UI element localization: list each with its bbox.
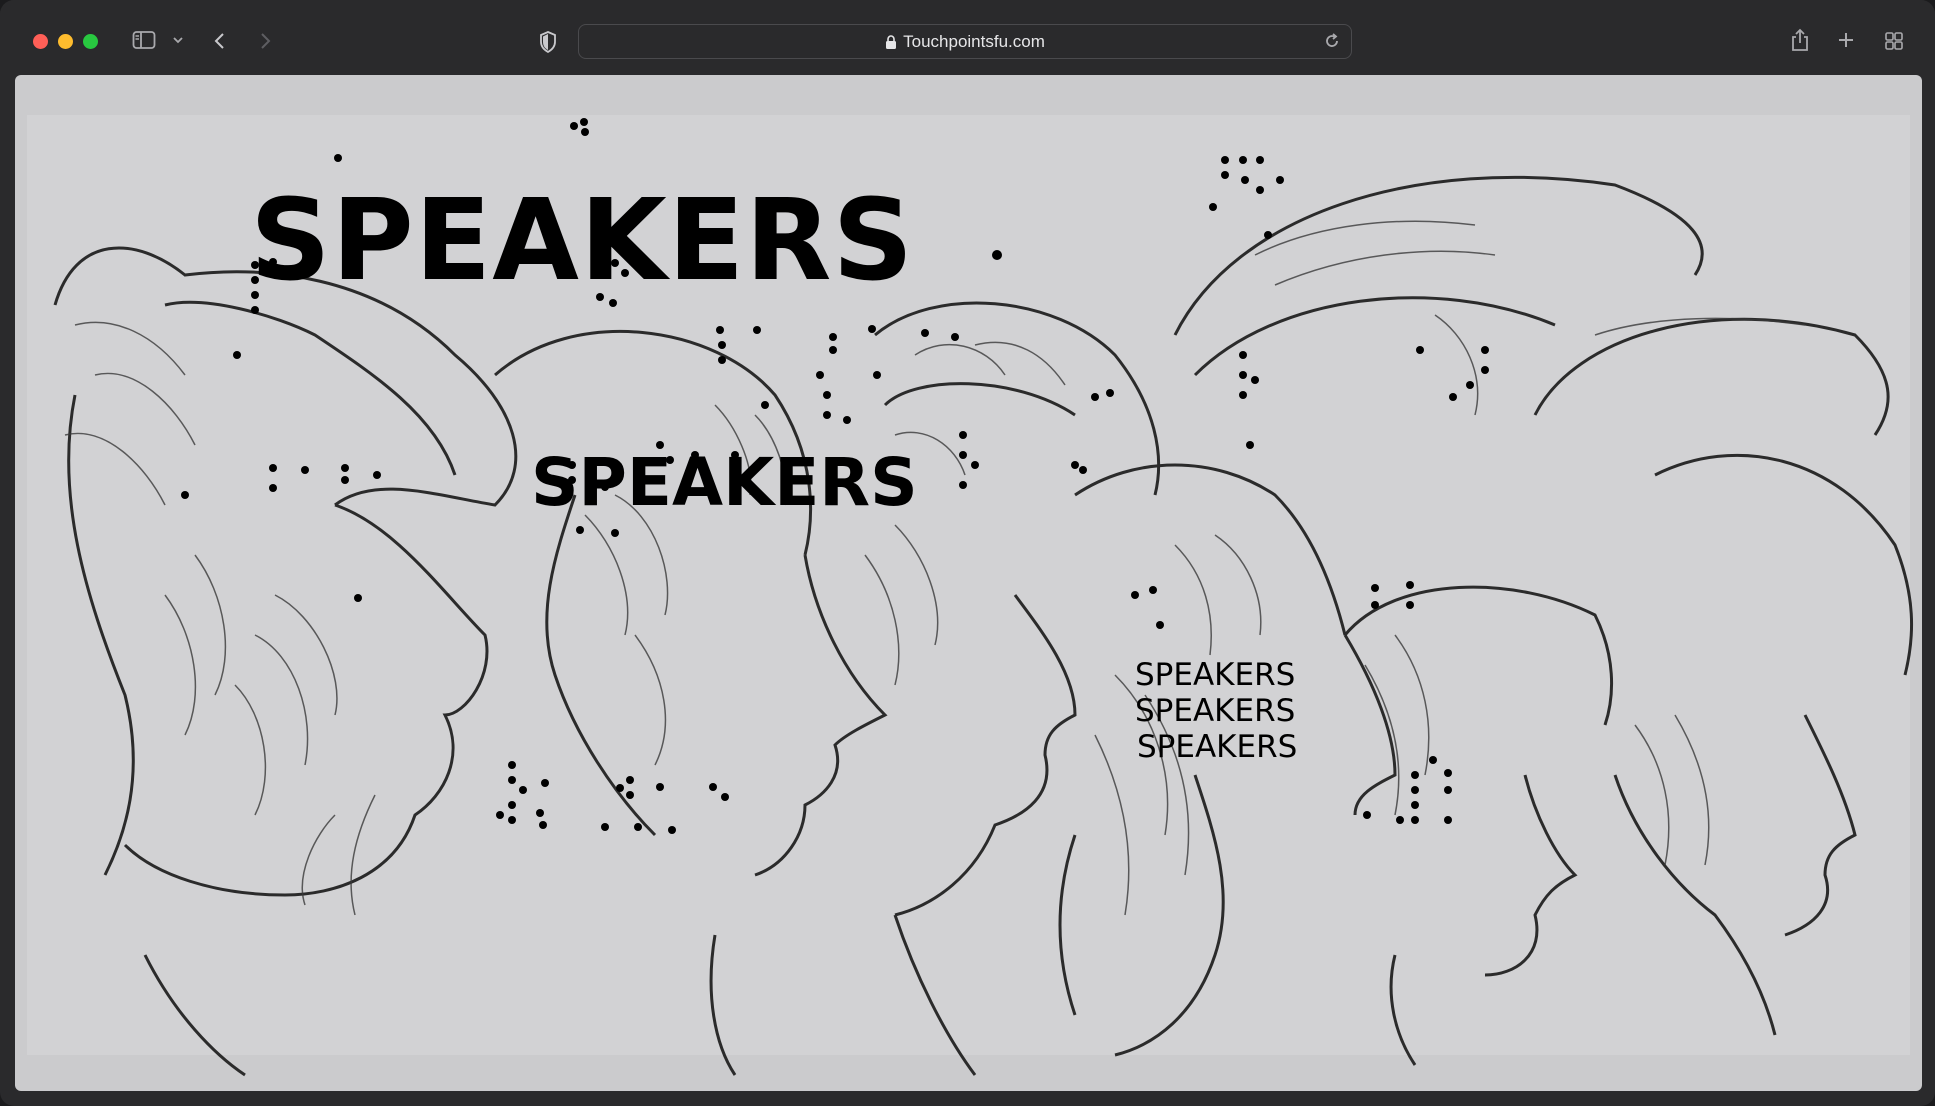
chevron-left-icon[interactable] xyxy=(213,31,227,51)
url-text: Touchpointsfu.com xyxy=(903,31,1045,51)
browser-window: Touchpointsfu.com SPEAKERS SPEAKERS SPEA… xyxy=(0,0,1935,1106)
lock-icon xyxy=(886,34,897,49)
chevron-down-icon[interactable] xyxy=(172,36,184,44)
speakers-headline-medium[interactable]: SPEAKERS xyxy=(531,450,918,516)
reload-icon[interactable] xyxy=(1323,32,1341,55)
minimize-window-button[interactable] xyxy=(58,34,73,49)
share-icon[interactable] xyxy=(1790,28,1810,52)
speakers-headline-small[interactable]: SPEAKERS xyxy=(1137,732,1297,763)
speakers-headline-small[interactable]: SPEAKERS xyxy=(1135,660,1295,691)
web-page: SPEAKERS SPEAKERS SPEAKERS SPEAKERS SPEA… xyxy=(15,75,1922,1091)
plus-icon[interactable] xyxy=(1837,31,1855,49)
grid-icon[interactable] xyxy=(1884,31,1904,51)
shield-icon[interactable] xyxy=(539,31,557,53)
speakers-headline-large[interactable]: SPEAKERS xyxy=(250,185,914,297)
browser-toolbar: Touchpointsfu.com xyxy=(0,0,1935,76)
sidebar-icon[interactable] xyxy=(132,30,156,50)
close-window-button[interactable] xyxy=(33,34,48,49)
chevron-right-icon[interactable] xyxy=(258,31,272,51)
speakers-headline-small[interactable]: SPEAKERS xyxy=(1135,696,1295,727)
zoom-window-button[interactable] xyxy=(83,34,98,49)
address-bar[interactable]: Touchpointsfu.com xyxy=(578,24,1352,59)
